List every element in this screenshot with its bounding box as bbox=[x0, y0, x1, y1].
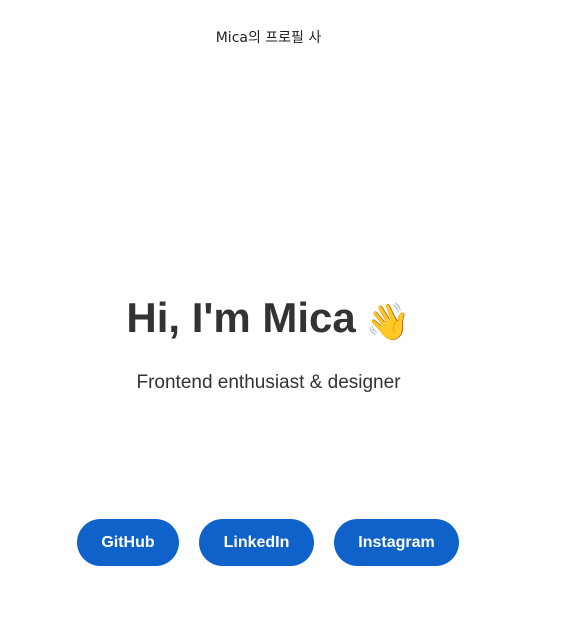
social-links: GitHub LinkedIn Instagram bbox=[77, 519, 459, 566]
github-button[interactable]: GitHub bbox=[77, 519, 179, 566]
hero-title: Hi, I'm Mica 👋 bbox=[0, 292, 537, 348]
instagram-button[interactable]: Instagram bbox=[334, 519, 459, 566]
hero-subtitle: Frontend enthusiast & designer bbox=[136, 372, 401, 393]
linkedin-button[interactable]: LinkedIn bbox=[199, 519, 314, 566]
page-caption: Mica의 프로필 사 bbox=[215, 30, 322, 46]
hero-title-text: Hi, I'm Mica bbox=[126, 294, 356, 341]
waving-hand-icon: 👋 bbox=[365, 301, 411, 342]
